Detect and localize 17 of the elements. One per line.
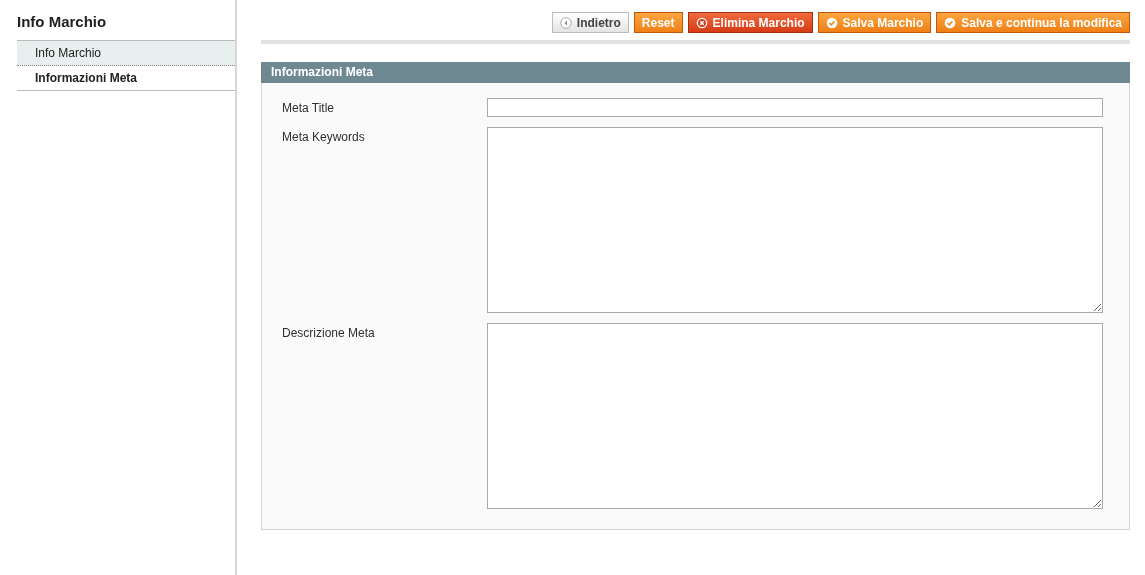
field-label: Descrizione Meta xyxy=(282,325,376,340)
sidebar-title: Info Marchio xyxy=(17,12,107,32)
field-label: Meta Keywords xyxy=(282,129,366,144)
textarea-field[interactable] xyxy=(487,127,1103,313)
save-button[interactable]: Salva Marchio xyxy=(817,12,932,33)
textarea-field[interactable] xyxy=(487,323,1103,509)
sidebar-tab[interactable]: Info Marchio xyxy=(17,41,235,66)
field-label: Meta Title xyxy=(282,100,336,115)
check-circle-icon xyxy=(944,16,957,29)
delete-button[interactable]: Elimina Marchio xyxy=(687,12,813,33)
close-circle-icon xyxy=(695,16,708,29)
input-field[interactable] xyxy=(487,98,1103,117)
back-button[interactable]: Indietro xyxy=(551,12,629,33)
reset-button[interactable]: Reset xyxy=(633,12,683,33)
check-circle-icon xyxy=(825,16,838,29)
save-button[interactable]: Salva e continua la modifica xyxy=(936,12,1130,33)
section-header: Informazioni Meta xyxy=(261,62,1130,83)
